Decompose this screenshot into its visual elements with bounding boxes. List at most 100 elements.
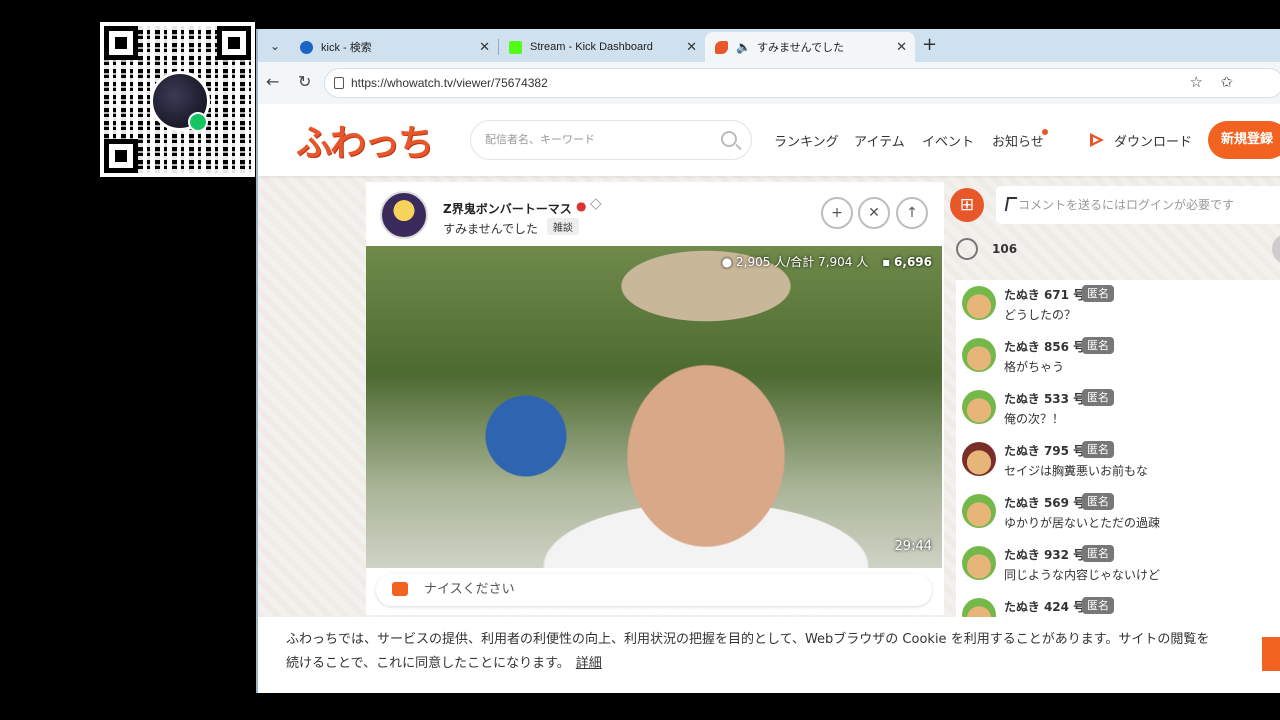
video-player[interactable]: ● 2,905 人/合計 7,904 人 ▪ 6,696 29:44 xyxy=(366,246,942,568)
tab-whowatch[interactable]: 🔈 すみませんでした ✕ xyxy=(705,32,915,62)
chat-username: たぬき 795 号 xyxy=(1004,444,1086,458)
person-icon: ● xyxy=(721,255,733,269)
tanuki-avatar xyxy=(962,390,996,424)
qr-finder xyxy=(217,26,251,60)
chat-bubble-icon xyxy=(392,582,408,596)
search-placeholder: 配信者名、キーワード xyxy=(485,133,595,146)
nav-download[interactable]: ダウンロード xyxy=(1114,131,1192,150)
tanuki-avatar xyxy=(962,494,996,528)
nav-ranking[interactable]: ランキング xyxy=(774,131,839,150)
tab-kick-dashboard[interactable]: Stream - Kick Dashboard ✕ xyxy=(499,32,705,62)
tanuki-avatar xyxy=(962,546,996,580)
lock-icon xyxy=(334,77,344,89)
chat-text: 同じような内容じゃないけど xyxy=(1004,568,1161,582)
new-tab-plus-icon[interactable]: + xyxy=(922,34,937,55)
favorite-star-icon[interactable]: ☆ xyxy=(1190,69,1203,97)
whowatch-favicon-icon xyxy=(715,40,728,54)
viewer-count: 2,905 人/合計 7,904 人 xyxy=(736,255,869,269)
cookie-text-line1: ふわっちでは、サービスの提供、利用者の利便性の向上、利用状況の把握を目的として、… xyxy=(286,632,1210,647)
chat-list[interactable]: たぬき 671 号 匿名 どうしたの？ たぬき 856 号 匿名 格がちゃう た… xyxy=(956,280,1280,625)
clap-icon[interactable] xyxy=(956,238,978,260)
download-app-icon xyxy=(1090,133,1104,147)
chat-username: たぬき 671 号 xyxy=(1004,288,1086,302)
chat-username: たぬき 932 号 xyxy=(1004,548,1086,562)
browser-window: ⌄ kick - 検索 ✕ Stream - Kick Dashboard ✕ … xyxy=(256,29,1280,693)
chat-panel: ⊞ コメントを送るにはログインが必要です 106 たぬき 671 号 匿名 どう… xyxy=(946,182,1280,625)
search-icon[interactable] xyxy=(721,131,737,147)
search-icon xyxy=(300,40,313,54)
streamer-name[interactable]: Z界鬼ボンバートーマス xyxy=(443,200,572,217)
chat-username: たぬき 569 号 xyxy=(1004,496,1086,510)
tab-kick-search[interactable]: kick - 検索 ✕ xyxy=(290,32,498,62)
tab-label: Stream - Kick Dashboard xyxy=(530,41,653,53)
nav-events[interactable]: イベント xyxy=(922,131,974,150)
chat-input-placeholder: コメントを送るにはログインが必要です xyxy=(1018,198,1235,212)
chat-text: 格がちゃう xyxy=(1004,360,1065,374)
close-icon[interactable]: ✕ xyxy=(896,39,907,55)
url-text: https://whowatch.tv/viewer/75674382 xyxy=(351,76,548,90)
kick-logo-icon xyxy=(509,40,522,54)
notification-dot xyxy=(1042,129,1048,135)
close-icon[interactable]: ✕ xyxy=(686,39,697,55)
chat-input[interactable]: コメントを送るにはログインが必要です xyxy=(996,186,1280,224)
tanuki-avatar xyxy=(962,442,996,476)
share-icon[interactable]: ↑ xyxy=(896,197,928,229)
follow-user-icon[interactable]: + xyxy=(821,197,853,229)
speaker-icon[interactable]: 🔈 xyxy=(736,40,751,54)
site-header: ふわっち 配信者名、キーワード ランキング アイテム イベント お知らせ ダウン… xyxy=(258,104,1280,176)
streamer-header: Z界鬼ボンバートーマス ● ◇ すみませんでした 雑談 + ✕ ↑ xyxy=(366,182,944,246)
streamer-avatar[interactable] xyxy=(380,191,428,239)
nav-news[interactable]: お知らせ xyxy=(992,131,1044,150)
anonymous-badge: 匿名 xyxy=(1082,285,1114,302)
strawberry-icon: ● xyxy=(576,199,587,213)
category-tag[interactable]: 雑談 xyxy=(547,218,579,235)
stream-comment-input[interactable]: ナイスください xyxy=(376,574,932,606)
notification-off-icon[interactable]: ✕ xyxy=(858,197,890,229)
nav-bar: ← ↻ https://whowatch.tv/viewer/75674382 … xyxy=(258,62,1280,104)
tab-actions-chevron-icon[interactable]: ⌄ xyxy=(264,35,286,57)
chat-text: 俺の次？！ xyxy=(1004,412,1065,426)
cookie-accept-button[interactable] xyxy=(1262,637,1280,671)
nav-items[interactable]: アイテム xyxy=(854,131,905,150)
qr-finder xyxy=(104,139,138,173)
chat-message: たぬき 671 号 匿名 どうしたの？ xyxy=(956,280,1280,332)
chat-message: たぬき 856 号 匿名 格がちゃう xyxy=(956,332,1280,384)
chat-username: たぬき 856 号 xyxy=(1004,340,1086,354)
close-icon[interactable]: ✕ xyxy=(479,39,490,55)
anonymous-badge: 匿名 xyxy=(1082,597,1114,614)
qr-finder xyxy=(104,26,138,60)
chat-message: たぬき 533 号 匿名 俺の次？！ xyxy=(956,384,1280,436)
back-arrow-icon[interactable]: ← xyxy=(266,72,279,91)
tab-label: すみませんでした xyxy=(756,42,845,54)
anonymous-badge: 匿名 xyxy=(1082,545,1114,562)
favorites-list-icon[interactable]: ✩ xyxy=(1220,69,1233,97)
chat-message: たぬき 569 号 匿名 ゆかりが居ないとただの過疎 xyxy=(956,488,1280,540)
search-input[interactable]: 配信者名、キーワード xyxy=(470,120,752,160)
qr-code xyxy=(100,22,255,177)
tanuki-avatar xyxy=(962,286,996,320)
clap-count: 106 xyxy=(992,242,1018,256)
qr-badge xyxy=(188,112,208,132)
cookie-banner: ふわっちでは、サービスの提供、利用者の利便性の向上、利用状況の把握を目的として、… xyxy=(258,617,1280,693)
gift-icon[interactable]: ⊞ xyxy=(950,188,984,222)
cookie-details-link[interactable]: 詳細 xyxy=(576,656,602,671)
tab-label: kick - 検索 xyxy=(321,42,372,54)
comment-count: 6,696 xyxy=(894,255,932,269)
stream-card: Z界鬼ボンバートーマス ● ◇ すみませんでした 雑談 + ✕ ↑ ● 2,90… xyxy=(366,182,944,615)
elapsed-time: 29:44 xyxy=(894,539,932,554)
signup-button[interactable]: 新規登録 xyxy=(1208,121,1280,159)
anonymous-badge: 匿名 xyxy=(1082,389,1114,406)
anonymous-badge: 匿名 xyxy=(1082,441,1114,458)
chat-username: たぬき 533 号 xyxy=(1004,392,1086,406)
viewer-stats: ● 2,905 人/合計 7,904 人 ▪ 6,696 xyxy=(722,253,932,270)
reload-icon[interactable]: ↻ xyxy=(298,72,311,91)
clap-side-button[interactable] xyxy=(1272,234,1280,264)
stream-title: すみませんでした xyxy=(443,222,539,236)
comment-icon: ▪ xyxy=(882,255,891,269)
chat-text: ゆかりが居ないとただの過疎 xyxy=(1004,516,1161,530)
site-logo[interactable]: ふわっち xyxy=(296,114,434,166)
chat-message: たぬき 932 号 匿名 同じような内容じゃないけど xyxy=(956,540,1280,592)
diamond-icon: ◇ xyxy=(590,194,602,212)
address-bar[interactable]: https://whowatch.tv/viewer/75674382 ☆ ✩ xyxy=(324,68,1280,98)
chat-message: たぬき 795 号 匿名 セイジは胸糞悪いお前もな xyxy=(956,436,1280,488)
